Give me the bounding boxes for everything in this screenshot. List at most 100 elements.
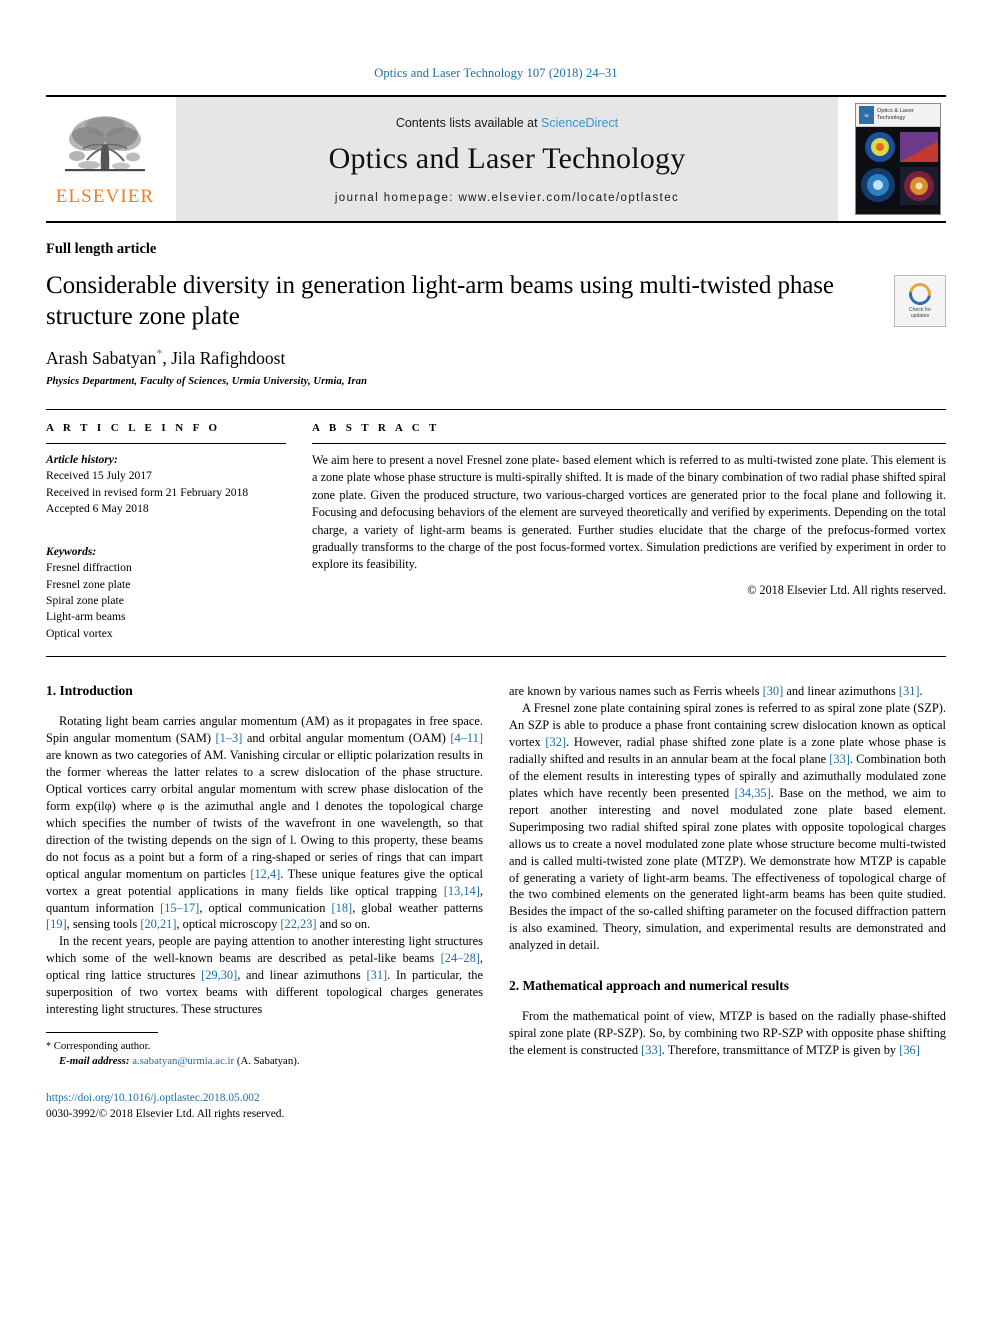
- author-list: Arash Sabatyan*, Jila Rafighdoost: [46, 346, 946, 369]
- email-label: E-mail address:: [59, 1055, 130, 1068]
- citation-ref[interactable]: [31]: [899, 684, 920, 698]
- abstract-label: A B S T R A C T: [312, 421, 440, 434]
- info-abstract-band: A R T I C L E I N F O Article history: R…: [46, 408, 946, 658]
- history-revised: Received in revised form 21 February 201…: [46, 485, 249, 499]
- paragraph: From the mathematical point of view, MTZ…: [509, 1008, 946, 1059]
- keyword-item: Light-arm beams: [46, 610, 126, 624]
- cover-title-text: Optics & Laser Technology: [877, 108, 914, 122]
- citation-ref[interactable]: [31]: [367, 968, 388, 982]
- citation-ref[interactable]: [15–17]: [160, 901, 199, 915]
- text-run: .: [919, 684, 923, 699]
- text-run: , sensing tools: [66, 917, 141, 932]
- citation-ref[interactable]: [33]: [829, 752, 850, 766]
- citation-ref[interactable]: [12,4]: [250, 867, 280, 881]
- history-accepted: Accepted 6 May 2018: [46, 502, 149, 516]
- keyword-item: Optical vortex: [46, 626, 113, 640]
- text-run: , global weather patterns: [352, 900, 484, 915]
- corresponding-author-note: * Corresponding author.: [46, 1039, 483, 1054]
- keyword-item: Spiral zone plate: [46, 594, 124, 607]
- text-run: are known as two categories of AM. Vanis…: [46, 748, 483, 881]
- citation-ref[interactable]: [19]: [46, 917, 67, 931]
- cover-box: ≡ Optics & Laser Technology: [855, 103, 941, 215]
- article-info-label: A R T I C L E I N F O: [46, 421, 221, 434]
- section-heading-mathematical: 2. Mathematical approach and numerical r…: [509, 978, 789, 994]
- citation-ref[interactable]: [29,30]: [201, 968, 237, 982]
- sciencedirect-link[interactable]: ScienceDirect: [541, 116, 618, 130]
- crossmark-line2: updates: [910, 313, 930, 319]
- citation-ref[interactable]: [1–3]: [215, 731, 242, 745]
- citation-ref[interactable]: [22,23]: [280, 917, 316, 931]
- footnote-block: * Corresponding author. E-mail address: …: [46, 1031, 483, 1123]
- citation-ref[interactable]: [18]: [332, 901, 353, 915]
- running-head: Optics and Laser Technology 107 (2018) 2…: [374, 66, 618, 80]
- citation-ref[interactable]: [34,35]: [735, 786, 771, 800]
- paragraph: A Fresnel zone plate containing spiral z…: [509, 700, 946, 954]
- article-info-block: A R T I C L E I N F O Article history: R…: [46, 422, 312, 643]
- text-run: . Base on the method, we aim to report a…: [509, 785, 946, 953]
- paragraph: are known by various names such as Ferri…: [509, 683, 946, 700]
- cover-title-line2: Technology: [877, 115, 906, 121]
- paragraph: Rotating light beam carries angular mome…: [46, 713, 483, 933]
- email-note: E-mail address: a.sabatyan@urmia.ac.ir (…: [46, 1054, 483, 1069]
- author-rest: , Jila Rafighdoost: [162, 347, 286, 368]
- abstract-copyright: © 2018 Elsevier Ltd. All rights reserved…: [747, 582, 946, 597]
- body-columns: 1. Introduction Rotating light beam carr…: [46, 683, 946, 1122]
- keyword-item: Fresnel zone plate: [46, 577, 131, 591]
- citation-ref[interactable]: [30]: [763, 684, 784, 698]
- section-heading-introduction: 1. Introduction: [46, 683, 133, 699]
- cover-badge-icon: ≡: [859, 106, 874, 124]
- doi-block: https://doi.org/10.1016/j.optlastec.2018…: [46, 1090, 483, 1123]
- history-received: Received 15 July 2017: [46, 469, 152, 483]
- text-run: and orbital angular momentum (OAM): [242, 731, 451, 746]
- keywords-heading: Keywords:: [46, 544, 97, 558]
- journal-cover-thumbnail: ≡ Optics & Laser Technology: [850, 97, 946, 221]
- journal-homepage[interactable]: journal homepage: www.elsevier.com/locat…: [335, 192, 679, 204]
- abstract-rule: [312, 442, 946, 444]
- text-run: are known by various names such as Ferri…: [509, 684, 763, 699]
- right-column: are known by various names such as Ferri…: [509, 683, 946, 1122]
- affiliation: Physics Department, Faculty of Sciences,…: [46, 375, 368, 387]
- article-history: Article history: Received 15 July 2017 R…: [46, 452, 286, 518]
- crossmark-ring-icon: [904, 278, 936, 310]
- crossmark-badge[interactable]: Check for updates: [894, 275, 946, 327]
- article-type-label: Full length article: [46, 241, 157, 257]
- citation-ref[interactable]: [24–28]: [441, 951, 480, 965]
- keywords-block: Keywords: Fresnel diffraction Fresnel zo…: [46, 544, 286, 643]
- cover-artwork: [856, 127, 940, 214]
- footnote-text: Corresponding author.: [53, 1039, 151, 1052]
- cover-title-line1: Optics & Laser: [877, 108, 914, 115]
- cover-header: ≡ Optics & Laser Technology: [856, 104, 940, 127]
- elsevier-logo: ELSEVIER: [46, 97, 164, 221]
- text-run: , optical communication: [199, 900, 332, 915]
- text-run: and so on.: [316, 917, 371, 932]
- author-first: Arash Sabatyan: [46, 347, 157, 368]
- citation-ref[interactable]: [4–11]: [450, 731, 483, 745]
- text-run: and linear azimuthons: [783, 684, 899, 699]
- article-history-heading: Article history:: [46, 452, 118, 466]
- left-column: 1. Introduction Rotating light beam carr…: [46, 683, 483, 1122]
- citation-ref[interactable]: [32]: [545, 735, 566, 749]
- citation-ref[interactable]: [36]: [899, 1043, 920, 1057]
- citation-ref[interactable]: [20,21]: [140, 917, 176, 931]
- abstract-text: We aim here to present a novel Fresnel z…: [312, 452, 946, 572]
- text-run: . Therefore, transmittance of MTZP is gi…: [661, 1042, 900, 1057]
- text-run: , and linear azimuthons: [237, 968, 367, 983]
- text-run: , optical microscopy: [176, 917, 281, 932]
- citation-ref[interactable]: [13,14]: [444, 884, 480, 898]
- contents-available-line: Contents lists available at ScienceDirec…: [396, 116, 618, 130]
- elsevier-wordmark: ELSEVIER: [55, 186, 155, 207]
- keyword-item: Fresnel diffraction: [46, 561, 132, 575]
- citation-ref[interactable]: [33]: [641, 1043, 662, 1057]
- abstract-block: A B S T R A C T We aim here to present a…: [312, 422, 946, 643]
- elsevier-tree-icon: [65, 116, 145, 172]
- footnote-divider: [46, 1031, 158, 1033]
- journal-masthead: ELSEVIER Contents lists available at Sci…: [46, 95, 946, 223]
- page-title: Considerable diversity in generation lig…: [46, 272, 834, 330]
- text-run: In the recent years, people are paying a…: [46, 934, 483, 966]
- contents-prefix: Contents lists available at: [395, 116, 542, 130]
- footnote-star: *: [46, 1040, 51, 1052]
- email-link[interactable]: a.sabatyan@urmia.ac.ir: [132, 1055, 234, 1067]
- masthead-center: Contents lists available at ScienceDirec…: [176, 97, 838, 221]
- doi-link[interactable]: https://doi.org/10.1016/j.optlastec.2018…: [46, 1090, 483, 1107]
- email-owner: (A. Sabatyan).: [236, 1055, 300, 1068]
